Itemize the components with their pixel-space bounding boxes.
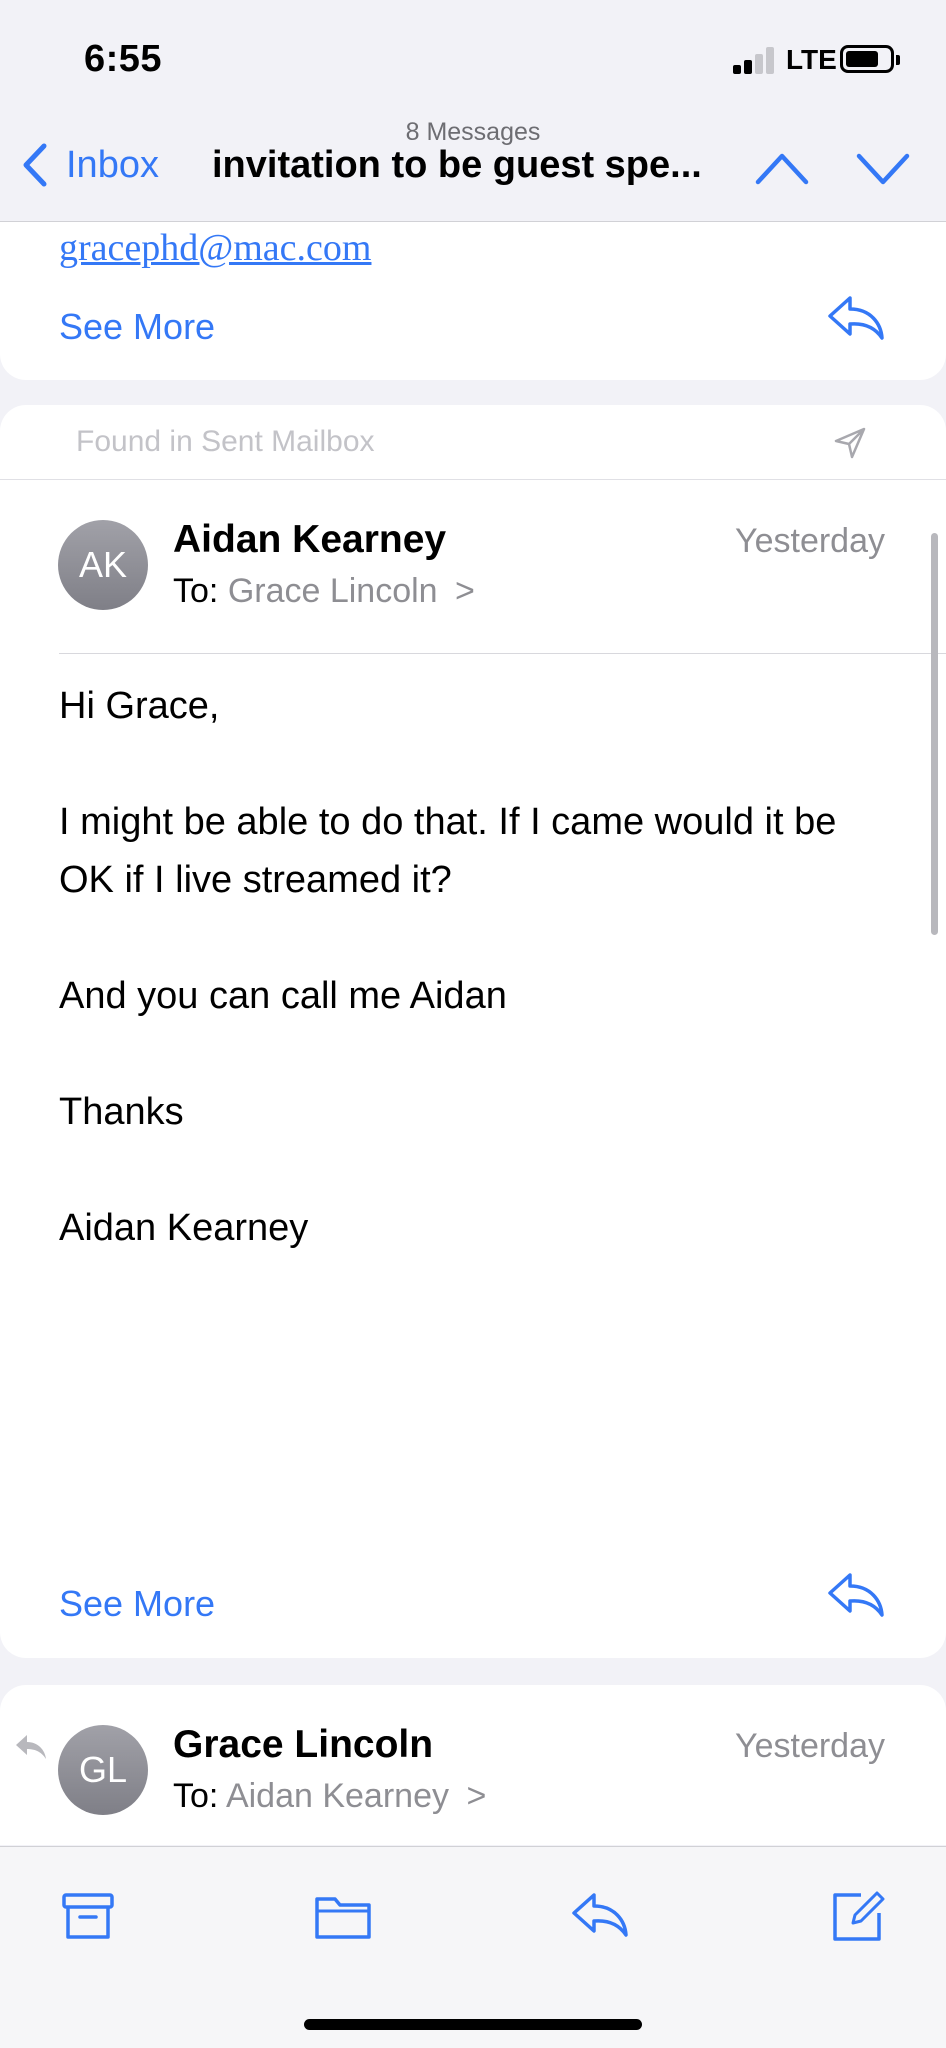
avatar: AK <box>58 520 148 610</box>
next-message-button[interactable] <box>855 148 911 188</box>
body-line <box>59 1025 889 1083</box>
to-prefix: To: <box>173 572 219 610</box>
body-line: Aidan Kearney <box>59 1207 309 1249</box>
message-date: Yesterday <box>735 522 885 560</box>
see-more-button[interactable]: See More <box>59 306 215 348</box>
recipient-line[interactable]: To: Grace Lincoln > <box>173 572 475 611</box>
body-line <box>59 735 889 793</box>
reply-icon[interactable] <box>826 1571 886 1621</box>
avatar: GL <box>58 1725 148 1815</box>
body-line <box>59 1141 889 1199</box>
divider <box>59 653 946 654</box>
see-more-button[interactable]: See More <box>59 1583 215 1625</box>
status-time: 6:55 <box>84 38 163 80</box>
nav-bar: 8 Messages Inbox invitation to be guest … <box>0 118 946 222</box>
email-link[interactable]: gracephd@mac.com <box>59 226 371 270</box>
back-button[interactable]: Inbox <box>20 140 159 190</box>
found-in-sent-bar: Found in Sent Mailbox <box>0 405 946 480</box>
chevron-right-icon: > <box>466 1777 487 1815</box>
previous-message-button[interactable] <box>754 148 810 188</box>
chevron-right-icon: > <box>455 572 475 610</box>
next-message-card[interactable]: GL Grace Lincoln Yesterday To: Aidan Kea… <box>0 1685 946 1845</box>
reply-icon[interactable] <box>826 294 886 344</box>
previous-message-card: gracephd@mac.com See More <box>0 222 946 380</box>
body-line <box>59 909 889 967</box>
subject-title: invitation to be guest spe... <box>212 144 702 186</box>
signal-icon <box>733 46 783 74</box>
body-line: Thanks <box>59 1091 184 1133</box>
body-line: I might be able to do that. If I came wo… <box>59 801 837 901</box>
paper-plane-icon <box>834 427 866 459</box>
archive-icon[interactable] <box>58 1887 118 1945</box>
scroll-indicator[interactable] <box>931 533 938 935</box>
status-bar: 6:55 LTE <box>0 0 946 118</box>
back-label: Inbox <box>66 143 159 186</box>
found-label: Found in Sent Mailbox <box>76 425 375 458</box>
message-body: Hi Grace, I might be able to do that. If… <box>59 677 889 1257</box>
recipient-name: Grace Lincoln <box>227 572 438 610</box>
chevron-left-icon <box>23 143 47 187</box>
compose-icon[interactable] <box>827 1887 887 1945</box>
sender-name: Aidan Kearney <box>173 518 447 561</box>
recipient-line[interactable]: To: Aidan Kearney > <box>173 1777 486 1816</box>
to-prefix: To: <box>173 1777 219 1815</box>
body-line: And you can call me Aidan <box>59 975 507 1017</box>
message-card: Found in Sent Mailbox AK Aidan Kearney Y… <box>0 405 946 1658</box>
battery-icon <box>840 45 900 73</box>
body-line: Hi Grace, <box>59 685 220 727</box>
reply-icon[interactable] <box>570 1887 630 1945</box>
recipient-name: Aidan Kearney <box>225 1777 449 1815</box>
home-indicator[interactable] <box>304 2019 642 2030</box>
network-label: LTE <box>786 44 837 75</box>
bottom-toolbar <box>0 1846 946 2048</box>
sender-name: Grace Lincoln <box>173 1723 434 1766</box>
message-date: Yesterday <box>735 1727 885 1765</box>
replied-icon <box>16 1735 46 1759</box>
folder-icon[interactable] <box>313 1887 373 1945</box>
